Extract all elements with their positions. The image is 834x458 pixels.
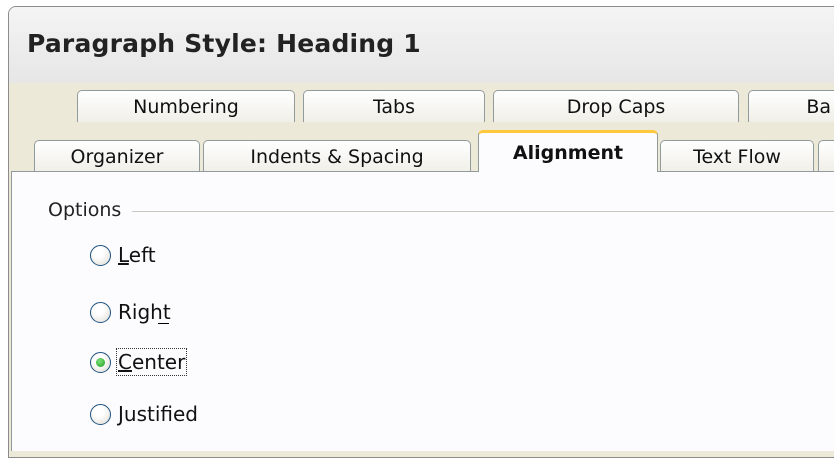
tab-tabs[interactable]: Tabs — [303, 90, 485, 122]
options-group-divider — [132, 211, 834, 212]
tab-alignment[interactable]: Alignment — [478, 130, 658, 172]
tab-organizer[interactable]: Organizer — [34, 140, 200, 172]
tab-label: Tabs — [372, 95, 416, 118]
title-bar[interactable]: Paragraph Style: Heading 1 — [9, 7, 834, 83]
radio-label: Left — [118, 243, 156, 267]
tab-label: Drop Caps — [566, 95, 666, 118]
tab-label: Text Flow — [693, 145, 781, 168]
radio-label-text: Right — [118, 300, 171, 324]
tab-numbering[interactable]: Numbering — [77, 90, 295, 122]
radio-left[interactable]: Left — [90, 243, 156, 267]
tab-text-flow[interactable]: Text Flow — [660, 140, 814, 172]
tab-overflow[interactable] — [818, 140, 834, 172]
tab-label: Organizer — [70, 145, 164, 168]
radio-selected-dot-icon — [96, 357, 105, 367]
tab-label: Numbering — [133, 95, 239, 118]
radio-circle-icon[interactable] — [90, 301, 111, 323]
radio-circle-icon[interactable] — [90, 403, 111, 425]
radio-label: Center — [115, 348, 188, 376]
radio-label: Justified — [118, 402, 198, 426]
radio-circle-icon[interactable] — [90, 351, 111, 373]
radio-justified[interactable]: Justified — [90, 402, 198, 426]
tab-label: Ba — [806, 95, 831, 118]
radio-right[interactable]: Right — [90, 300, 171, 324]
tab-background[interactable]: Ba — [748, 90, 834, 122]
radio-label: Right — [118, 300, 171, 324]
dialog-title: Paragraph Style: Heading 1 — [27, 29, 421, 58]
tab-label: Alignment — [512, 141, 624, 164]
tab-label: Indents & Spacing — [250, 145, 424, 168]
tab-drop-caps[interactable]: Drop Caps — [493, 90, 739, 122]
radio-circle-icon[interactable] — [90, 244, 111, 266]
radio-center[interactable]: Center — [90, 348, 188, 376]
options-group-label: Options — [48, 199, 122, 221]
tab-indents-spacing[interactable]: Indents & Spacing — [203, 140, 471, 172]
